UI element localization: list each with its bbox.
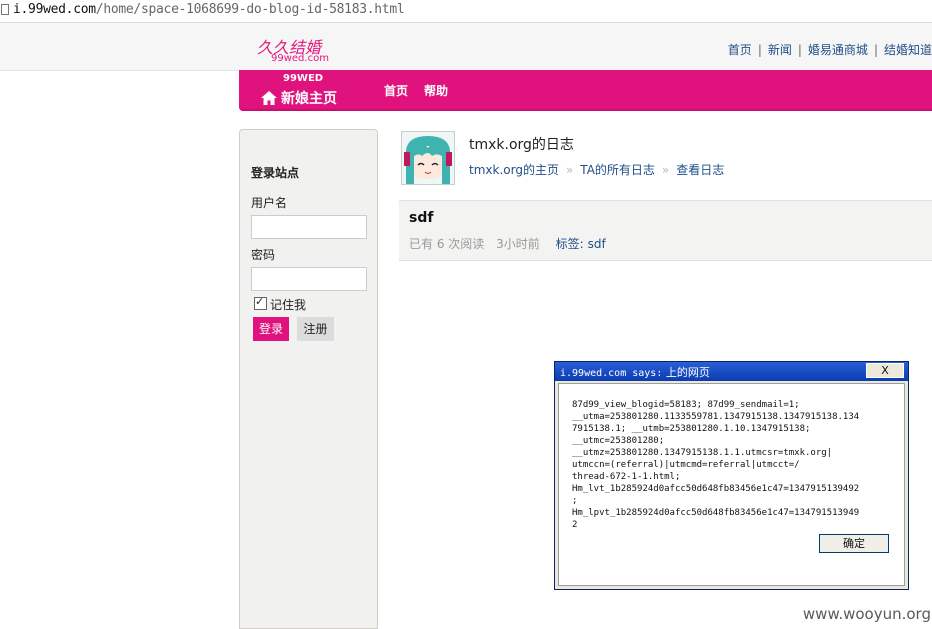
url-domain: i.99wed.com — [13, 2, 96, 17]
dialog-body: 87d99_view_blogid=58183; 87d99_sendmail=… — [558, 383, 905, 586]
dialog-title: i.99wed.com says: 上的网页 — [560, 364, 710, 380]
read-count: 已有 6 次阅读 — [409, 237, 485, 251]
register-button[interactable]: 注册 — [297, 317, 334, 341]
logo-en-text: 99wed.com — [271, 53, 329, 64]
site-header: 久久结婚 99wed.com 首页 | 新闻 | 婚易通商城 | 结婚知道 — [0, 23, 932, 71]
nav-home[interactable]: 首页 — [384, 84, 408, 98]
top-nav-mall[interactable]: 婚易通商城 — [808, 43, 868, 57]
top-nav-separator: | — [873, 43, 878, 57]
top-nav-news[interactable]: 新闻 — [768, 43, 792, 57]
address-bar[interactable]: i.99wed.com/home/space-1068699-do-blog-i… — [0, 0, 932, 23]
bride-home-nav: 首页 帮助 — [384, 82, 464, 99]
dialog-title-domain: i.99wed.com says: — [560, 368, 663, 379]
password-input[interactable] — [251, 267, 367, 291]
brand-top-text: 99WED — [283, 73, 324, 84]
breadcrumb: tmxk.org的主页 » TA的所有日志 » 查看日志 — [469, 161, 724, 178]
breadcrumb-separator: » — [565, 163, 574, 177]
tag-label: 标签: — [555, 237, 584, 251]
dialog-titlebar[interactable]: i.99wed.com says: 上的网页 X — [555, 362, 908, 381]
avatar-image — [402, 132, 454, 184]
site-logo[interactable]: 久久结婚 99wed.com — [257, 34, 353, 68]
username-input[interactable] — [251, 215, 367, 239]
login-button[interactable]: 登录 — [253, 317, 289, 341]
dialog-title-suffix: 上的网页 — [665, 366, 710, 379]
top-nav-know[interactable]: 结婚知道 — [884, 43, 932, 57]
alert-dialog: i.99wed.com says: 上的网页 X 87d99_view_blog… — [554, 361, 909, 590]
ok-button[interactable]: 确定 — [819, 534, 889, 553]
home-icon — [261, 91, 277, 105]
breadcrumb-separator: » — [661, 163, 670, 177]
breadcrumb-view-post[interactable]: 查看日志 — [676, 163, 724, 177]
username-label: 用户名 — [251, 196, 288, 210]
top-nav-home[interactable]: 首页 — [728, 43, 752, 57]
login-sidebar: 登录站点 用户名 密码 记住我 登录 注册 — [239, 129, 378, 629]
post-header: sdf 已有 6 次阅读 3小时前 标签: sdf — [399, 200, 932, 261]
url-text[interactable]: i.99wed.com/home/space-1068699-do-blog-i… — [13, 2, 405, 17]
breadcrumb-all-posts[interactable]: TA的所有日志 — [580, 163, 655, 177]
bride-home-bar: 99WED 新娘主页 首页 帮助 — [239, 70, 932, 111]
remember-label: 记住我 — [270, 298, 307, 312]
post-meta: 已有 6 次阅读 3小时前 标签: sdf — [409, 235, 606, 252]
brand-title: 新娘主页 — [281, 91, 337, 107]
post-time: 3小时前 — [496, 237, 540, 251]
breadcrumb-owner-home[interactable]: tmxk.org的主页 — [469, 163, 559, 177]
blog-owner-title: tmxk.org的日志 — [469, 137, 574, 153]
url-path: /home/space-1068699-do-blog-id-58183.htm… — [95, 2, 405, 17]
top-nav-separator: | — [797, 43, 802, 57]
top-nav-separator: | — [757, 43, 762, 57]
user-avatar[interactable] — [401, 131, 455, 185]
watermark: www.wooyun.org — [802, 605, 931, 623]
close-icon[interactable]: X — [866, 363, 904, 378]
top-nav: 首页 | 新闻 | 婚易通商城 | 结婚知道 — [728, 41, 932, 58]
page-icon — [1, 4, 9, 15]
post-title: sdf — [409, 210, 434, 226]
dialog-message: 87d99_view_blogid=58183; 87d99_sendmail=… — [572, 400, 860, 530]
remember-me[interactable]: 记住我 — [254, 295, 307, 313]
login-title: 登录站点 — [251, 166, 300, 180]
tag-link[interactable]: sdf — [588, 237, 606, 251]
nav-help[interactable]: 帮助 — [424, 84, 448, 98]
remember-checkbox[interactable] — [254, 295, 267, 310]
password-label: 密码 — [251, 248, 276, 262]
